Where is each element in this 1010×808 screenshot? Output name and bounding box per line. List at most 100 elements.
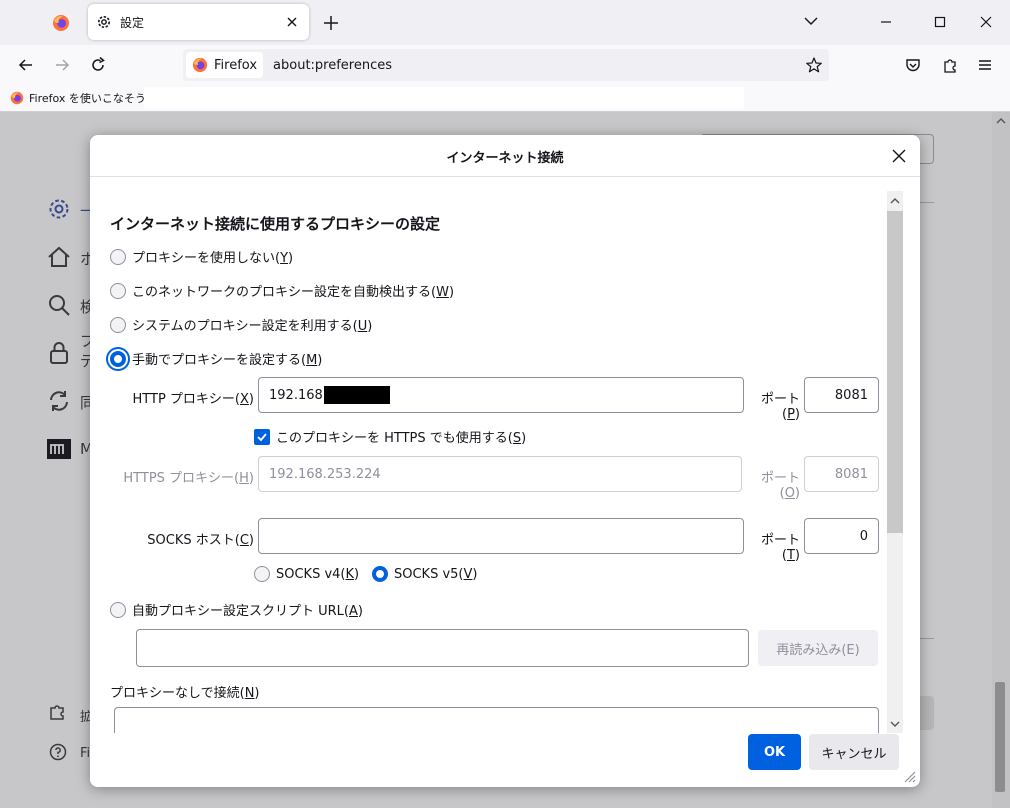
https-proxy-label: HTTPS プロキシー(H) [123,471,254,486]
radio-label: このネットワークのプロキシー設定を自動検出する(W) [132,285,455,300]
sync-icon [50,391,68,411]
lock-icon [50,342,68,364]
https-port-value: 8081 [834,466,868,482]
new-tab-icon[interactable] [320,12,342,34]
radio-label: 手動でプロキシーを設定する(M) [132,353,323,368]
mozilla-icon [47,439,71,459]
tab-settings[interactable]: 設定 [88,4,309,40]
help-icon [49,743,67,761]
divider [920,202,934,203]
radio-socks-v4[interactable]: SOCKS v4(K) [254,566,359,582]
back-arrow-icon[interactable] [16,55,36,75]
chevron-down-icon[interactable] [802,12,820,30]
ok-button[interactable]: OK [748,734,801,770]
maximize-icon[interactable] [930,12,950,32]
firefox-logo-icon [53,15,69,31]
radio-button-checked[interactable] [110,350,126,367]
radio-no-proxy[interactable]: プロキシーを使用しない(Y) [110,247,293,266]
gear-icon [49,199,69,219]
auto-config-url-input[interactable] [136,629,749,667]
close-window-icon[interactable] [976,12,996,32]
radio-label: 自動プロキシー設定スクリプト URL(A) [132,604,363,619]
reload-button: 再読み込み(E) [758,630,878,666]
section-title: インターネット接続に使用するプロキシーの設定 [110,215,441,233]
dialog-header: インターネット接続 [90,135,920,177]
identity-box[interactable]: Firefox [186,52,264,78]
dialog-scrollbar[interactable] [887,191,903,733]
chevron-up-icon[interactable] [890,196,900,206]
pinned-tab-firefox[interactable] [46,8,76,38]
radio-socks-v5[interactable]: SOCKS v5(V) [372,566,478,582]
radio-label: SOCKS v5(V) [394,566,478,582]
http-proxy-value: 192.168 [269,387,323,403]
minimize-icon[interactable] [876,12,896,32]
socks-port-label: ポート(T) [760,533,800,563]
radio-button[interactable] [110,316,126,333]
checkbox-label: このプロキシーを HTTPS でも使用する(S) [276,431,527,446]
radio-manual-proxy[interactable]: 手動でプロキシーを設定する(M) [110,349,322,368]
connection-settings-dialog: インターネット接続 インターネット接続に使用するプロキシーの設定 プロキシーを使… [90,135,920,787]
extension-icon [50,705,64,720]
radio-button[interactable] [110,601,126,618]
url-text[interactable]: about:preferences [273,58,392,73]
dialog-scrollbar-thumb[interactable] [887,211,903,533]
bookmark-label: Firefox を使いこなそう [29,92,146,105]
chevron-up-icon [996,118,1006,124]
socks-host-label: SOCKS ホスト(C) [147,533,254,548]
extensions-puzzle-icon[interactable] [940,55,960,75]
http-port-input[interactable]: 8081 [804,377,879,413]
radio-button-checked[interactable] [372,566,388,582]
radio-button[interactable] [110,248,126,265]
https-port-label: ポート(O) [760,471,800,501]
resize-grip-icon[interactable] [902,769,916,783]
hamburger-menu-icon[interactable] [975,55,995,75]
radio-system-proxy[interactable]: システムのプロキシー設定を利用する(U) [110,315,372,334]
http-proxy-label: HTTP プロキシー(X) [132,392,254,407]
bookmarks-toolbar: Firefox を使いこなそう [0,85,1010,112]
http-port-label: ポート(P) [760,392,800,422]
pocket-icon[interactable] [903,55,923,75]
bookmarks-empty-area [144,87,744,109]
socks-port-input[interactable]: 0 [804,518,879,554]
redaction-block [323,386,390,404]
http-port-value: 8081 [834,387,868,403]
firefox-logo-icon [192,57,208,73]
radio-auto-detect[interactable]: このネットワークのプロキシー設定を自動検出する(W) [110,281,454,300]
identity-label: Firefox [214,57,258,73]
checkmark-icon [257,432,267,441]
page-scrollbar-thumb [995,682,1005,792]
radio-button[interactable] [110,282,126,299]
checkbox-checked[interactable] [254,428,270,445]
search-icon [49,295,70,316]
forward-arrow-icon[interactable] [52,55,72,75]
cancel-button[interactable]: キャンセル [809,734,899,770]
radio-label: システムのプロキシー設定を利用する(U) [132,319,373,334]
tab-strip: 設定 [0,0,1010,45]
socks-port-value: 0 [859,528,868,544]
https-port-input: 8081 [804,456,879,492]
radio-label: プロキシーを使用しない(Y) [132,251,294,266]
divider [920,638,934,639]
home-icon [48,246,70,267]
share-proxy-checkbox-row[interactable]: このプロキシーを HTTPS でも使用する(S) [254,427,526,446]
url-bar[interactable]: Firefox about:preferences [183,49,829,81]
reload-icon[interactable] [88,55,108,75]
https-proxy-value: 192.168.253.224 [269,466,381,482]
page-scrollbar [992,112,1010,808]
nav-bar: Firefox about:preferences [0,45,1010,85]
bookmark-star-icon[interactable] [805,56,823,74]
gear-icon [98,16,110,28]
firefox-logo-icon [10,91,24,105]
chevron-down-icon[interactable] [890,719,900,729]
bookmark-item[interactable]: Firefox を使いこなそう [10,90,146,106]
socks-host-input[interactable] [258,518,744,554]
http-proxy-input[interactable]: 192.168 [258,377,744,413]
close-tab-icon[interactable] [284,14,300,30]
close-icon[interactable] [890,147,908,165]
radio-label: SOCKS v4(K) [276,566,360,582]
tab-title: 設定 [120,15,145,30]
dialog-title: インターネット接続 [446,151,564,166]
radio-button[interactable] [254,566,270,582]
radio-auto-config-url[interactable]: 自動プロキシー設定スクリプト URL(A) [110,600,363,619]
no-proxy-label: プロキシーなしで接続(N) [110,686,260,701]
